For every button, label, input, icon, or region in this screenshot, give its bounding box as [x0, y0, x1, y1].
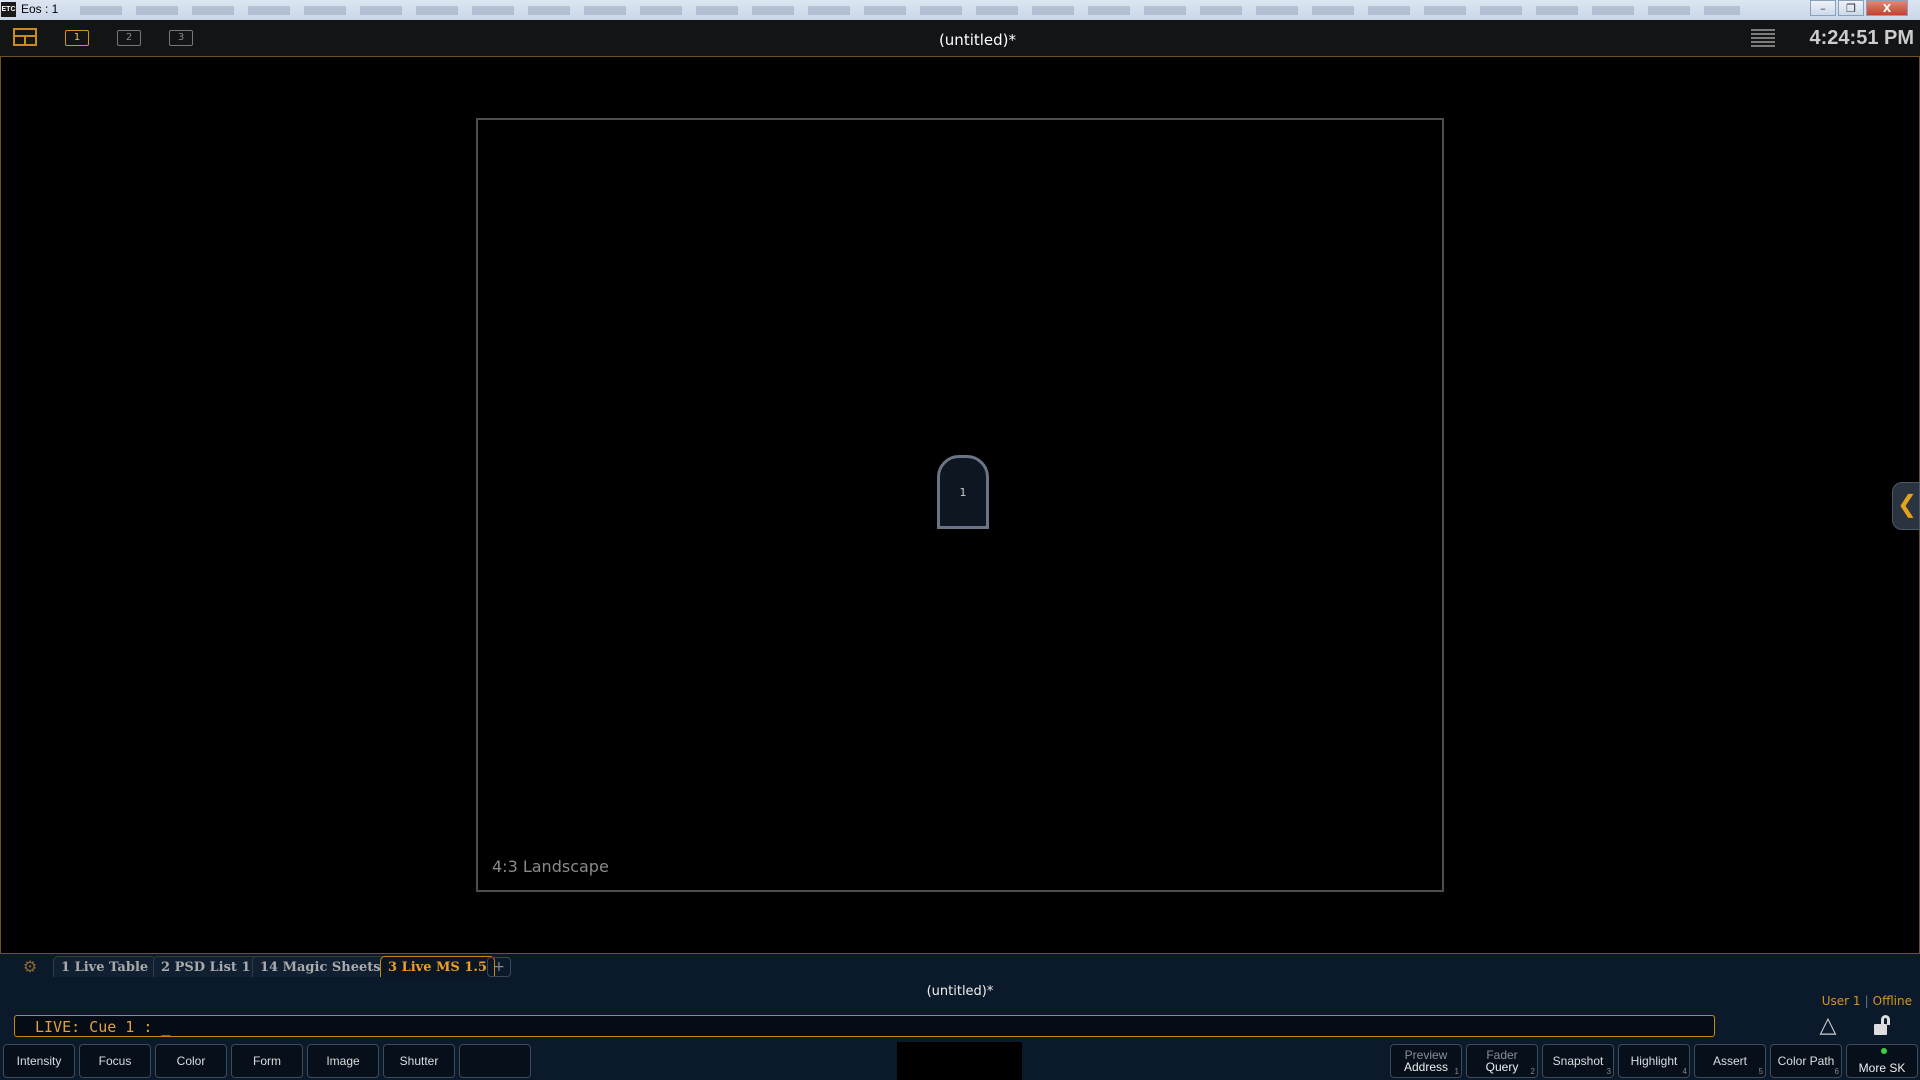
connection-mode: Offline	[1872, 994, 1912, 1008]
close-button[interactable]: X	[1866, 0, 1908, 16]
softkey-more-sk[interactable]: More SK	[1846, 1044, 1918, 1078]
softkey-label: Highlight	[1630, 1054, 1678, 1068]
channel-object[interactable]: 1	[937, 455, 989, 529]
status-separator: |	[1864, 994, 1869, 1008]
softkey-two-line-label: Fader Query	[1467, 1045, 1537, 1073]
collapse-panel-handle[interactable]: ❮	[1892, 482, 1920, 530]
tab-strip: ⚙ 1 Live Table 2 PSD List 1 14 Magic She…	[0, 953, 1920, 981]
softkey-line2: Address	[1403, 1060, 1449, 1074]
user-status: User 1 | Offline	[1822, 994, 1912, 1008]
window-titlebar[interactable]: ETC Eos : 1 – ❐ X	[0, 0, 1920, 21]
softkey-line2: Query	[1485, 1060, 1519, 1074]
softkey-color-path[interactable]: Color Path 6	[1770, 1044, 1842, 1078]
softkey-assert[interactable]: Assert 5	[1694, 1044, 1766, 1078]
tab-magic-sheets[interactable]: 14 Magic Sheets	[252, 956, 389, 977]
channel-number: 1	[959, 486, 967, 499]
softkey-focus[interactable]: Focus	[79, 1044, 151, 1078]
clock: 4:24:51 PM	[1809, 27, 1915, 49]
softkey-color[interactable]: Color	[155, 1044, 227, 1078]
softkey-blank[interactable]	[459, 1044, 531, 1078]
status-led-icon	[1881, 1048, 1887, 1054]
softkey-highlight[interactable]: Highlight 4	[1618, 1044, 1690, 1078]
tab-live-table[interactable]: 1 Live Table	[53, 956, 157, 977]
softkey-label: Assert	[1712, 1054, 1747, 1068]
unlock-icon[interactable]	[1873, 1015, 1895, 1037]
workspace: 1 4:3 Landscape ❮	[0, 57, 1920, 953]
top-toolbar: 1 2 3 (untitled)* 4:24:51 PM	[0, 20, 1920, 57]
softkey-image[interactable]: Image	[307, 1044, 379, 1078]
softkey-intensity[interactable]: Intensity	[3, 1044, 75, 1078]
softkey-number: 2	[1530, 1067, 1535, 1076]
eos-app: ETC Eos : 1 – ❐ X 1 2 3 (untitled)* 4:24…	[0, 0, 1920, 1080]
command-line[interactable]: LIVE: Cue 1 : _	[14, 1015, 1715, 1037]
softkey-preview-address[interactable]: Preview Address 1	[1390, 1044, 1462, 1078]
window-title: Eos : 1	[21, 2, 59, 16]
softkey-shutter[interactable]: Shutter	[383, 1044, 455, 1078]
maximize-button[interactable]: ❐	[1838, 0, 1864, 16]
minimize-button[interactable]: –	[1810, 0, 1836, 16]
softkey-label: Snapshot	[1552, 1054, 1604, 1068]
softkey-number: 6	[1834, 1067, 1839, 1076]
user-label: User 1	[1821, 994, 1861, 1008]
magic-sheet-canvas[interactable]: 1 4:3 Landscape	[476, 118, 1444, 892]
tab-psd-list[interactable]: 2 PSD List 1	[153, 956, 259, 977]
status-show-title: (untitled)*	[926, 984, 994, 999]
show-title: (untitled)*	[938, 31, 1017, 49]
sheet-aspect-label: 4:3 Landscape	[492, 857, 609, 876]
softkey-snapshot[interactable]: Snapshot 3	[1542, 1044, 1614, 1078]
displays-grid-icon[interactable]	[1751, 29, 1775, 47]
add-tab-button[interactable]: +	[487, 957, 511, 977]
softkey-number: 3	[1606, 1067, 1611, 1076]
gear-icon[interactable]: ⚙	[17, 956, 43, 977]
command-line-text: LIVE: Cue 1 : _	[35, 1018, 171, 1036]
triangle-icon[interactable]: △	[1815, 1014, 1841, 1038]
softkey-form[interactable]: Form	[231, 1044, 303, 1078]
etc-app-icon: ETC	[1, 2, 16, 17]
softkey-number: 4	[1682, 1067, 1687, 1076]
softkey-number: 5	[1758, 1067, 1763, 1076]
tab-live-ms[interactable]: 3 Live MS 1.5	[380, 956, 495, 977]
window-menubar-blurred	[80, 6, 1740, 15]
status-band: (untitled)* User 1 | Offline LIVE: Cue 1 :…	[0, 980, 1920, 1080]
lock-body	[1874, 1024, 1887, 1035]
chevron-left-icon: ❮	[1897, 490, 1918, 518]
blank-area	[897, 1042, 1022, 1080]
softkey-number: 1	[1454, 1067, 1459, 1076]
softkey-two-line-label: Preview Address	[1391, 1045, 1461, 1073]
softkey-label: Color Path	[1777, 1054, 1835, 1068]
softkey-fader-query[interactable]: Fader Query 2	[1466, 1044, 1538, 1078]
